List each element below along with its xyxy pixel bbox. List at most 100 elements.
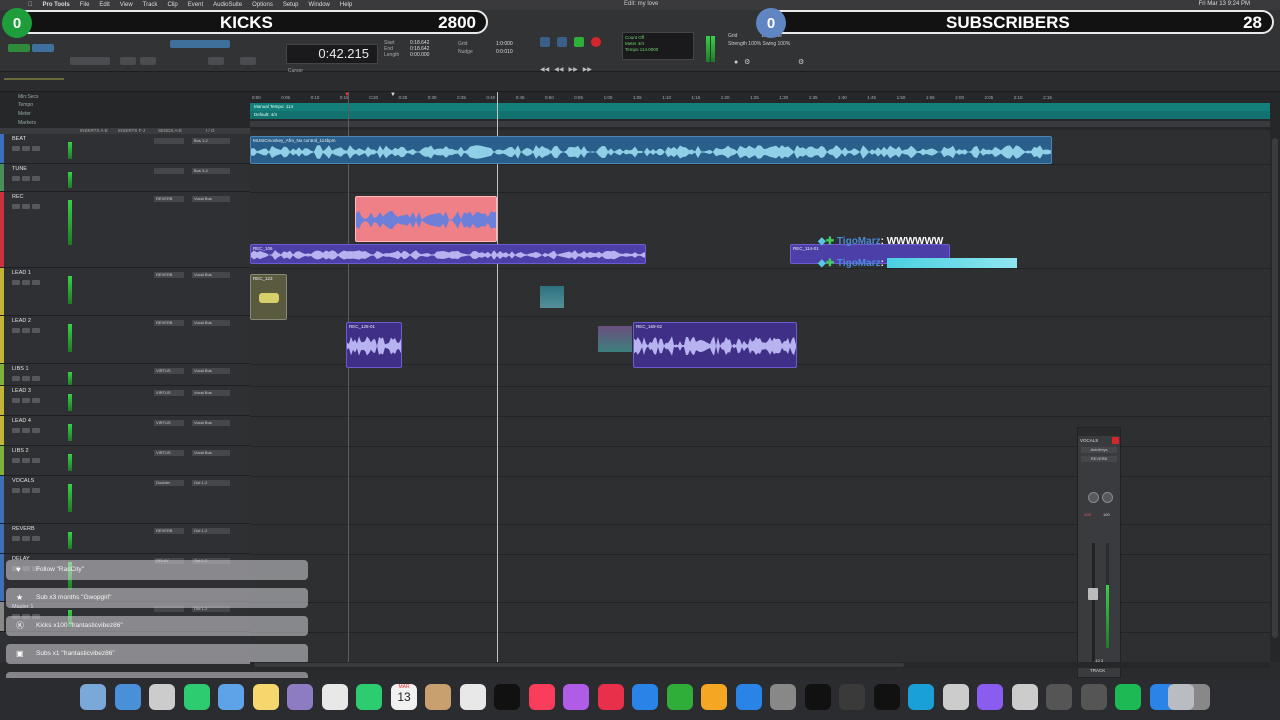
grabber-tool-icon[interactable]: [208, 57, 224, 65]
pan-knob-right[interactable]: [1102, 492, 1113, 503]
dock-app-icon[interactable]: [804, 684, 831, 710]
dock-app-icon[interactable]: [252, 684, 279, 710]
track-header[interactable]: LIBS 1 VIRTUS Vocal Bus: [0, 364, 250, 386]
mute-button[interactable]: [32, 146, 40, 151]
track-header[interactable]: REVERB REVERB Out 1-2: [0, 524, 250, 554]
meter-ruler-lane[interactable]: Default: 4/4: [250, 111, 1270, 119]
zoom-button[interactable]: [8, 44, 30, 52]
menu-audiosuite[interactable]: AudioSuite: [213, 2, 242, 8]
dock-app-icon[interactable]: [528, 684, 555, 710]
mute-button[interactable]: [32, 176, 40, 181]
track-output[interactable]: Out 1-2: [192, 480, 230, 486]
quantize-panel[interactable]: Grid 1/16 note Strength 100% Swing 100%: [728, 32, 790, 48]
dock-app-icon[interactable]: [942, 684, 969, 710]
solo-button[interactable]: [22, 488, 30, 493]
track-name[interactable]: LIBS 1: [12, 366, 29, 372]
record-arm-button[interactable]: [12, 458, 20, 463]
track-header[interactable]: VOCALS Doubler Out 1-2: [0, 476, 250, 524]
vertical-scrollbar[interactable]: [1270, 130, 1280, 662]
track-header[interactable]: BEAT Bus 1-2: [0, 134, 250, 164]
track-output[interactable]: Vocal Bus: [192, 390, 230, 396]
track-name[interactable]: LEAD 4: [12, 418, 31, 424]
selector-tool-icon[interactable]: [140, 57, 156, 65]
mute-button[interactable]: [32, 280, 40, 285]
track-header[interactable]: LEAD 4 VIRTUS Vocal Bus: [0, 416, 250, 446]
record-arm-button[interactable]: [12, 376, 20, 381]
track-header[interactable]: TUNE Bus 3-4: [0, 164, 250, 192]
dock-app-icon[interactable]: [1115, 684, 1141, 710]
track-header[interactable]: LEAD 3 VIRTUS Vocal Bus: [0, 386, 250, 416]
dock-app-icon[interactable]: [563, 684, 589, 710]
send-slot[interactable]: Doubler: [154, 480, 184, 486]
menu-setup[interactable]: Setup: [283, 2, 299, 8]
send-slot[interactable]: [154, 138, 184, 144]
record-arm-button[interactable]: [12, 204, 20, 209]
track-name[interactable]: LEAD 3: [12, 388, 31, 394]
meter-value[interactable]: 4/4: [638, 41, 644, 46]
menu-track[interactable]: Track: [143, 2, 158, 8]
tempo-value[interactable]: 114.0000: [640, 47, 658, 52]
track-name[interactable]: LIBS 2: [12, 448, 29, 454]
dock-app-icon[interactable]: [287, 684, 313, 710]
edit-tools[interactable]: [170, 40, 230, 48]
dock-app-icon[interactable]: [494, 684, 520, 710]
record-button[interactable]: [591, 37, 601, 47]
trim-tool-icon[interactable]: [120, 57, 136, 65]
dock-app-icon[interactable]: [425, 684, 451, 710]
pan-knob-left[interactable]: [1088, 492, 1099, 503]
record-arm-button[interactable]: [12, 176, 20, 181]
grid-value[interactable]: 1:0:000: [496, 40, 513, 48]
zoom-presets[interactable]: [70, 57, 110, 65]
dock-app-icon[interactable]: [908, 684, 934, 710]
send-slot[interactable]: VIRTUS: [154, 450, 184, 456]
mute-button[interactable]: [32, 398, 40, 403]
record-arm-button[interactable]: [12, 428, 20, 433]
swing-value[interactable]: 100%: [778, 41, 791, 47]
dock-app-icon[interactable]: [632, 684, 658, 710]
clip-rec-lane[interactable]: REC_106: [250, 244, 646, 264]
send-slot[interactable]: VIRTUS: [154, 420, 184, 426]
dock-app-icon[interactable]: [114, 684, 141, 710]
meter-marker[interactable]: Default: 4/4: [254, 112, 277, 117]
length-value[interactable]: 0:00.000: [410, 52, 429, 58]
midi-display[interactable]: Count Off Meter 4/4 Tempo 114.0000: [622, 32, 694, 60]
trash-icon[interactable]: [1168, 684, 1194, 710]
main-counter[interactable]: 0:42.215: [286, 44, 378, 64]
solo-button[interactable]: [22, 398, 30, 403]
solo-button[interactable]: [22, 536, 30, 541]
strip-insert[interactable]: AutoKeys: [1081, 447, 1117, 453]
selection-values[interactable]: 0:18.642 0:18.642 0:00.000: [410, 40, 429, 58]
menu-event[interactable]: Event: [188, 2, 203, 8]
track-output[interactable]: Bus 1-2: [192, 138, 230, 144]
settings-icon[interactable]: ⚙: [798, 58, 804, 66]
clip-lead2-b[interactable]: REC_169-02: [633, 322, 797, 368]
dock-app-icon[interactable]: [701, 684, 727, 710]
apple-icon[interactable]: : [28, 2, 33, 8]
mute-button[interactable]: [32, 488, 40, 493]
menu-options[interactable]: Options: [252, 2, 273, 8]
track-name[interactable]: BEAT: [12, 136, 26, 142]
mute-button[interactable]: [32, 458, 40, 463]
clip-lead1[interactable]: REC_123: [250, 274, 287, 320]
record-arm-button[interactable]: [12, 328, 20, 333]
track-output[interactable]: Vocal Bus: [192, 450, 230, 456]
stop-button[interactable]: [557, 37, 567, 47]
dock-app-icon[interactable]: [735, 684, 762, 710]
track-header[interactable]: LEAD 2 REVERB Vocal Bus: [0, 316, 250, 364]
track-output[interactable]: Vocal Bus: [192, 196, 230, 202]
record-arm-button[interactable]: [12, 280, 20, 285]
send-slot[interactable]: REVERB: [154, 528, 184, 534]
send-slot[interactable]: VIRTUS: [154, 368, 184, 374]
loop-button[interactable]: [540, 37, 550, 47]
dock-app-icon[interactable]: [666, 684, 693, 710]
calendar-dock-icon[interactable]: MAR 13: [393, 684, 415, 710]
dock-app-icon[interactable]: [356, 684, 382, 710]
track-name[interactable]: LEAD 1: [12, 270, 31, 276]
strength-value[interactable]: 100%: [748, 41, 761, 47]
dock-app-icon[interactable]: [770, 684, 796, 710]
dock-app-icon[interactable]: [1080, 684, 1107, 710]
strip-send[interactable]: REVERB: [1081, 456, 1117, 462]
track-output[interactable]: Vocal Bus: [192, 272, 230, 278]
volume-fader[interactable]: [1088, 588, 1098, 600]
dock-app-icon[interactable]: [183, 684, 210, 710]
